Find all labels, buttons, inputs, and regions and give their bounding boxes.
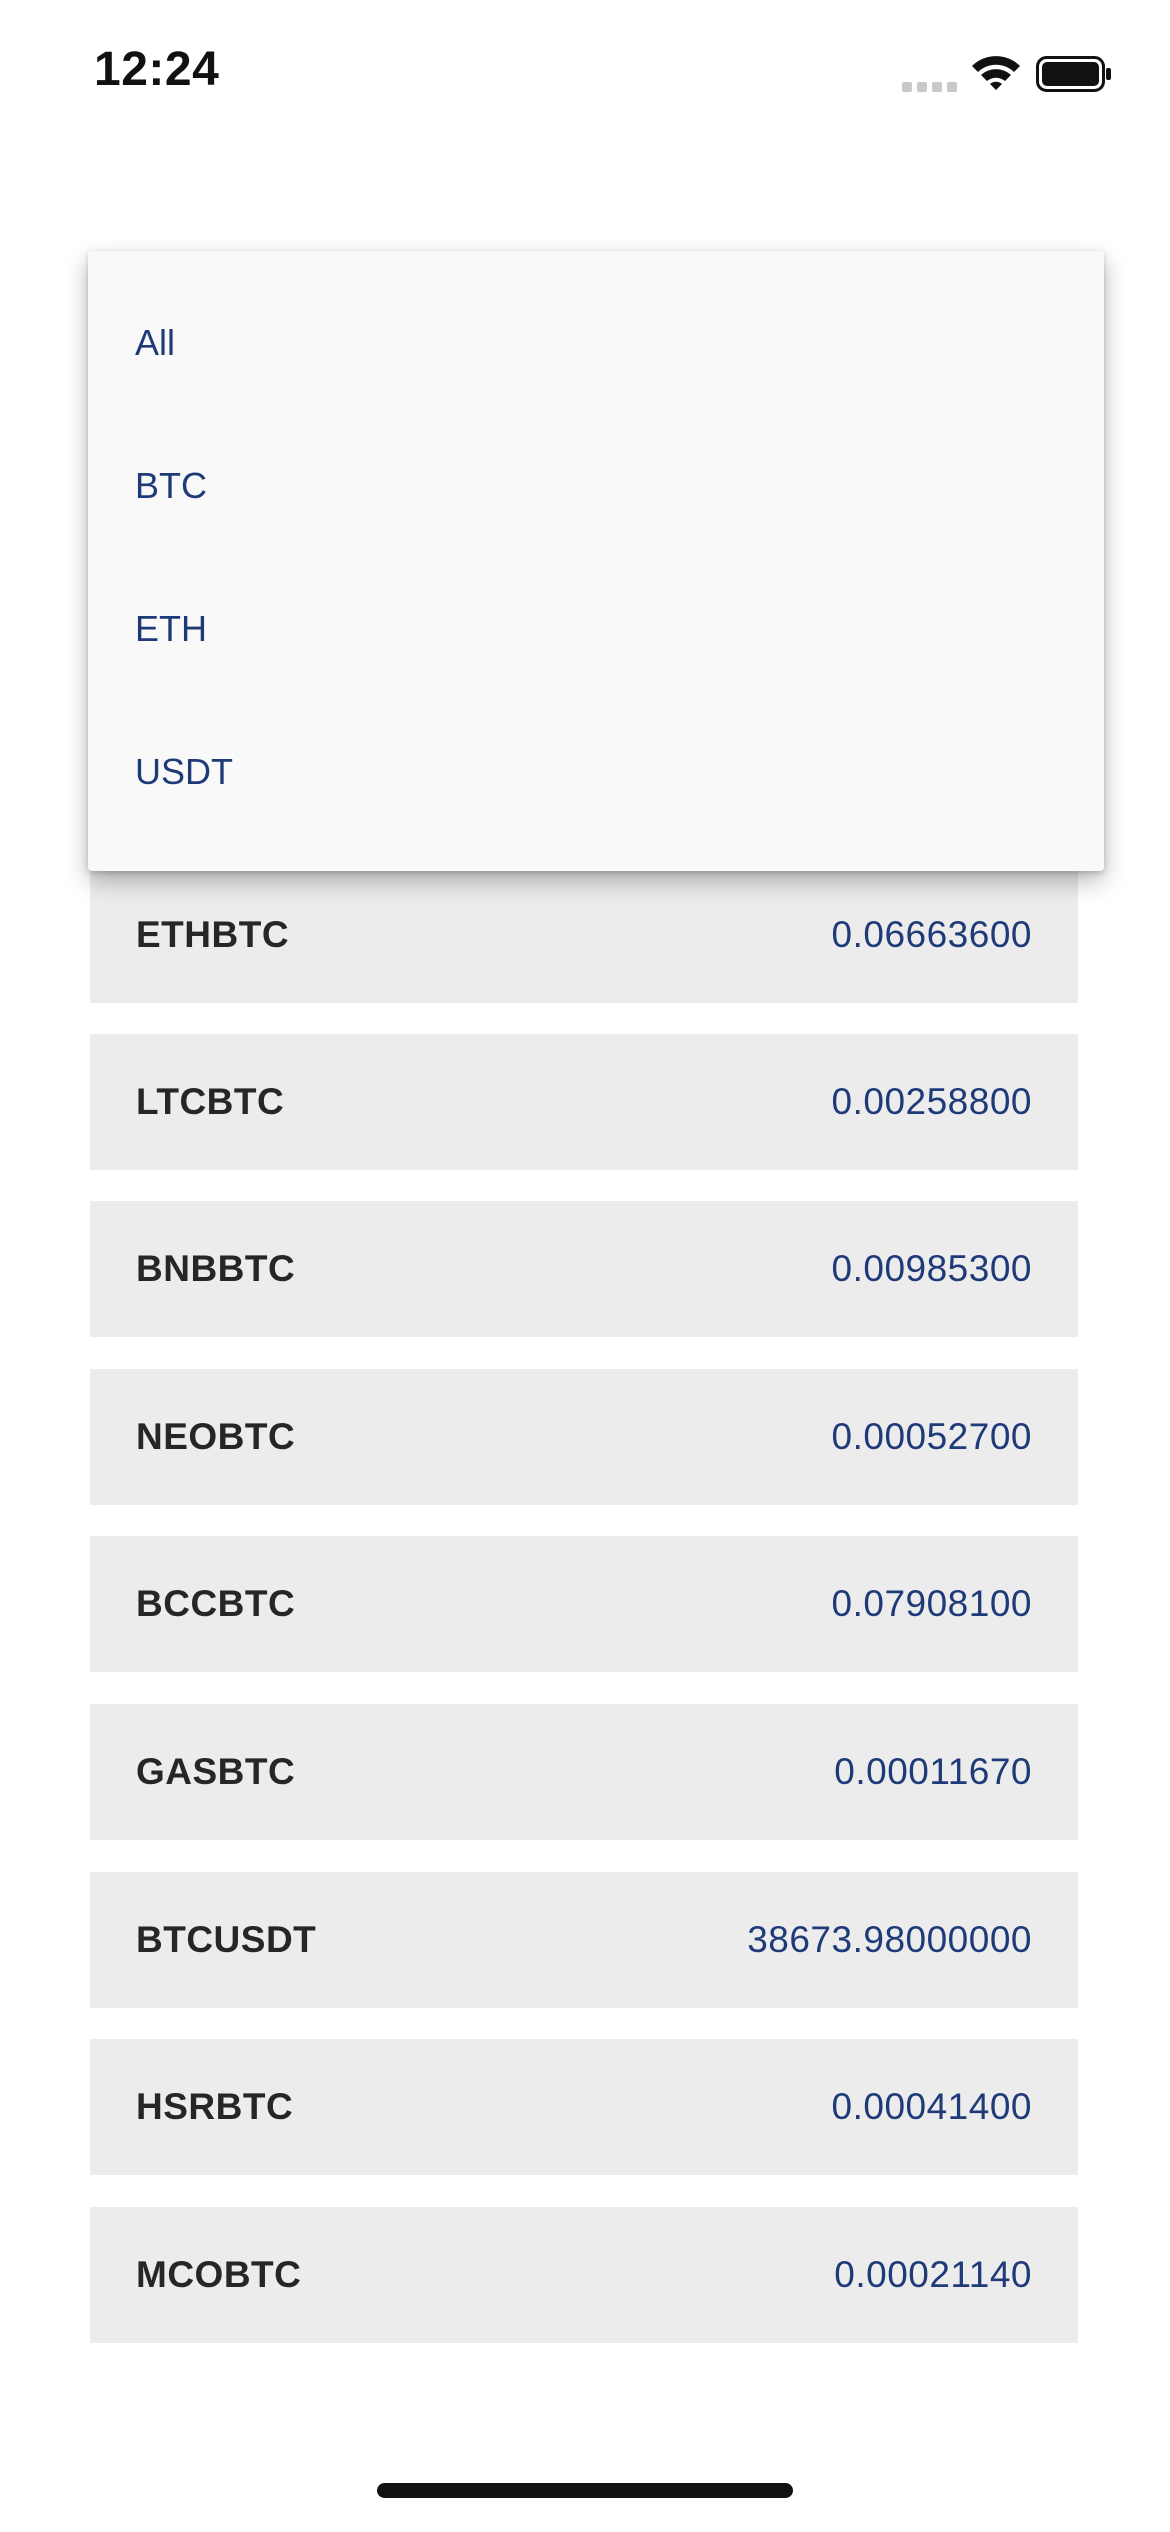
status-time: 12:24 bbox=[94, 43, 220, 96]
ticker-row[interactable]: BTCUSDT 38673.98000000 bbox=[90, 1872, 1078, 2008]
ticker-price: 0.00052700 bbox=[831, 1416, 1032, 1457]
ticker-price: 0.00011670 bbox=[834, 1751, 1032, 1792]
ticker-row[interactable]: LTCBTC 0.00258800 bbox=[90, 1034, 1078, 1170]
ticker-symbol: ETHBTC bbox=[136, 914, 290, 955]
menu-item-eth[interactable]: ETH bbox=[88, 557, 1104, 700]
ticker-price: 0.07908100 bbox=[831, 1583, 1032, 1624]
ticker-symbol: BTCUSDT bbox=[136, 1919, 317, 1960]
ticker-symbol: BCCBTC bbox=[136, 1583, 296, 1624]
ticker-row[interactable]: ETHBTC 0.06663600 bbox=[90, 867, 1078, 1003]
menu-item-all[interactable]: All bbox=[88, 271, 1104, 414]
menu-item-label: All bbox=[135, 321, 176, 363]
battery-icon bbox=[1036, 56, 1111, 92]
currency-filter-menu: All BTC ETH USDT bbox=[88, 251, 1104, 871]
ticker-row[interactable]: MCOBTC 0.00021140 bbox=[90, 2207, 1078, 2343]
wifi-icon bbox=[972, 56, 1020, 90]
ticker-price: 0.06663600 bbox=[831, 914, 1032, 955]
ticker-row[interactable]: GASBTC 0.00011670 bbox=[90, 1704, 1078, 1840]
status-bar: 12:24 bbox=[0, 0, 1170, 150]
ticker-symbol: LTCBTC bbox=[136, 1081, 285, 1122]
home-indicator[interactable] bbox=[377, 2483, 793, 2498]
menu-item-btc[interactable]: BTC bbox=[88, 414, 1104, 557]
ticker-price: 0.00258800 bbox=[831, 1081, 1032, 1122]
ticker-price: 0.00985300 bbox=[831, 1248, 1032, 1289]
ticker-row[interactable]: HSRBTC 0.00041400 bbox=[90, 2039, 1078, 2175]
ticker-row[interactable]: BCCBTC 0.07908100 bbox=[90, 1536, 1078, 1672]
ticker-symbol: GASBTC bbox=[136, 1751, 296, 1792]
ticker-symbol: HSRBTC bbox=[136, 2086, 294, 2127]
menu-item-label: USDT bbox=[135, 750, 233, 792]
ticker-row[interactable]: BNBBTC 0.00985300 bbox=[90, 1201, 1078, 1337]
cellular-signal-icon bbox=[902, 82, 957, 92]
ticker-price: 38673.98000000 bbox=[747, 1919, 1032, 1960]
ticker-symbol: MCOBTC bbox=[136, 2254, 302, 2295]
ticker-price: 0.00021140 bbox=[834, 2254, 1032, 2295]
ticker-price: 0.00041400 bbox=[831, 2086, 1032, 2127]
ticker-row[interactable]: NEOBTC 0.00052700 bbox=[90, 1369, 1078, 1505]
ticker-symbol: NEOBTC bbox=[136, 1416, 296, 1457]
menu-item-label: BTC bbox=[135, 464, 207, 506]
menu-item-label: ETH bbox=[135, 607, 207, 649]
ticker-symbol: BNBBTC bbox=[136, 1248, 296, 1289]
menu-item-usdt[interactable]: USDT bbox=[88, 700, 1104, 843]
